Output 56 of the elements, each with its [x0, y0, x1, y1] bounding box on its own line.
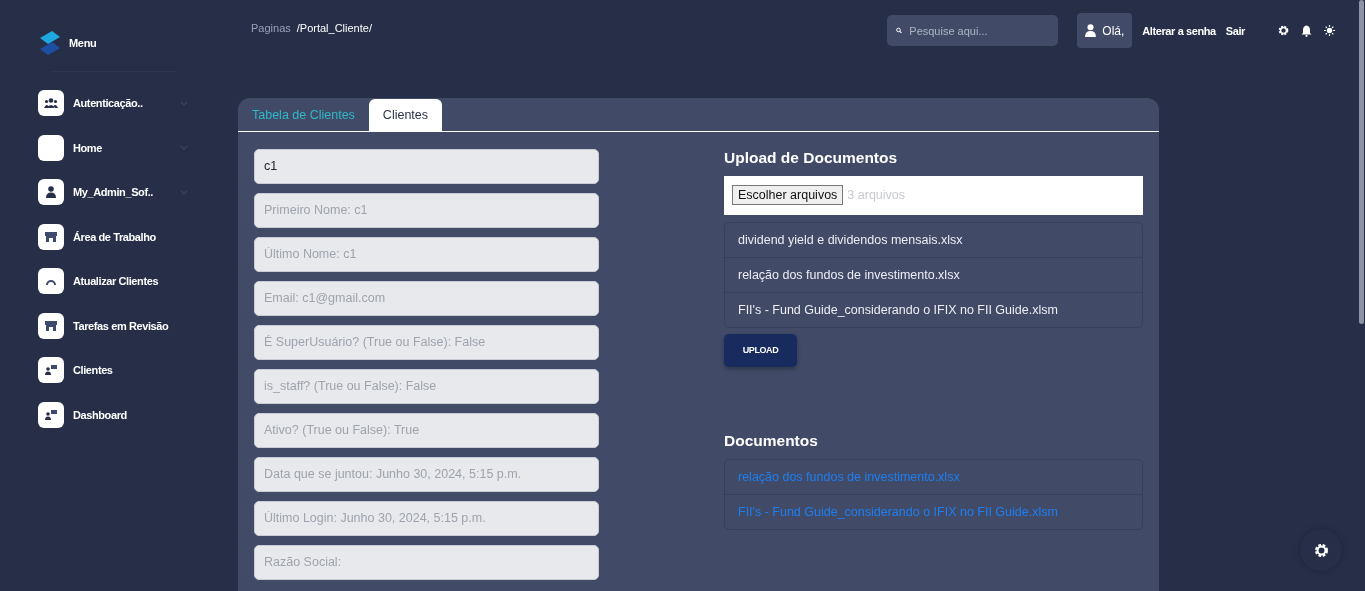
user-greeting-button[interactable]: Olá,	[1077, 13, 1133, 48]
sidebar-item[interactable]: Autenticação..	[38, 90, 188, 116]
users-icon	[44, 98, 58, 108]
chevron-down-icon	[180, 100, 188, 106]
input-field[interactable]: c1	[254, 148, 599, 184]
bell-icon[interactable]	[1301, 24, 1312, 37]
input-field[interactable]: Último Login: Junho 30, 2024, 5:15 p.m.	[254, 500, 599, 536]
breadcrumb-label[interactable]: Paginas	[251, 22, 291, 34]
chevron-down-icon	[180, 145, 188, 150]
tab[interactable]: Clientes	[368, 98, 443, 131]
arc-icon	[46, 277, 56, 285]
section-title: Upload de Documentos	[724, 148, 899, 167]
sidebar-item[interactable]: Área de Trabalho	[38, 223, 188, 250]
input-field[interactable]: Data que se juntou: Junho 30, 2024, 5:15 p.m.	[254, 456, 599, 492]
header-link[interactable]: Sair	[1225, 24, 1245, 37]
file-item: dividend yield e dividendos mensais.xlsx	[737, 231, 964, 249]
header-link[interactable]: Alterar a senha	[1142, 24, 1216, 37]
file-item: relação dos fundos de investimento.xlsx	[725, 256, 1142, 292]
menu-title: Menu	[69, 37, 97, 49]
file-item: FII's - Fund Guide_considerando o IFIX no FII Guide.xlsm	[725, 291, 1142, 327]
person-board-icon	[45, 365, 57, 375]
store-icon	[45, 320, 57, 331]
search-icon	[896, 25, 903, 36]
section-title: Documentos	[724, 431, 819, 450]
input-field[interactable]: É SuperUsuário? (True ou False): False	[254, 324, 599, 360]
choose-files-button[interactable]: Escolher arquivos	[732, 185, 844, 206]
search-field[interactable]: Pesquise aqui...	[909, 24, 1050, 37]
person-icon	[1085, 24, 1097, 37]
sidebar-item[interactable]: Dashboard	[38, 401, 188, 428]
sidebar-item[interactable]: Home	[38, 134, 188, 161]
person-icon	[46, 186, 56, 198]
scrollbar[interactable]	[1359, 0, 1364, 324]
input-field[interactable]: Último Nome: c1	[254, 236, 599, 272]
file-input-field[interactable]: Escolher arquivos 3 arquivos	[724, 175, 1143, 215]
input-field[interactable]: Razão Social:	[254, 544, 599, 580]
search-bar[interactable]: Pesquise aqui...	[887, 15, 1059, 46]
input-field[interactable]: is_staff? (True ou False): False	[254, 368, 599, 404]
person-board-icon	[45, 409, 57, 420]
file-count: 3 arquivos	[847, 188, 906, 203]
settings-button[interactable]	[1300, 529, 1342, 571]
upload-button[interactable]: UPLOAD	[724, 333, 797, 367]
sidebar-item[interactable]: Tarefas em Revisão	[38, 312, 188, 339]
tab[interactable]: Tabela de Clientes	[238, 98, 369, 131]
chevron-down-icon	[180, 189, 188, 195]
settings-icon	[1313, 542, 1329, 558]
sun-icon[interactable]	[1324, 24, 1335, 36]
sidebar-item[interactable]: Atualizar Clientes	[38, 268, 188, 294]
breadcrumb-path: /Portal_Cliente/	[296, 22, 372, 34]
input-field[interactable]: Email: c1@gmail.com	[254, 280, 599, 316]
input-field[interactable]: Ativo? (True ou False): True	[254, 412, 599, 448]
input-field[interactable]: Primeiro Nome: c1	[254, 192, 599, 228]
sidebar-item[interactable]: Clientes	[38, 357, 188, 383]
logo-icon	[38, 30, 62, 56]
store-icon	[45, 231, 57, 242]
sidebar-item[interactable]: My_Admin_Sof..	[38, 179, 188, 205]
settings-icon[interactable]	[1278, 24, 1289, 36]
